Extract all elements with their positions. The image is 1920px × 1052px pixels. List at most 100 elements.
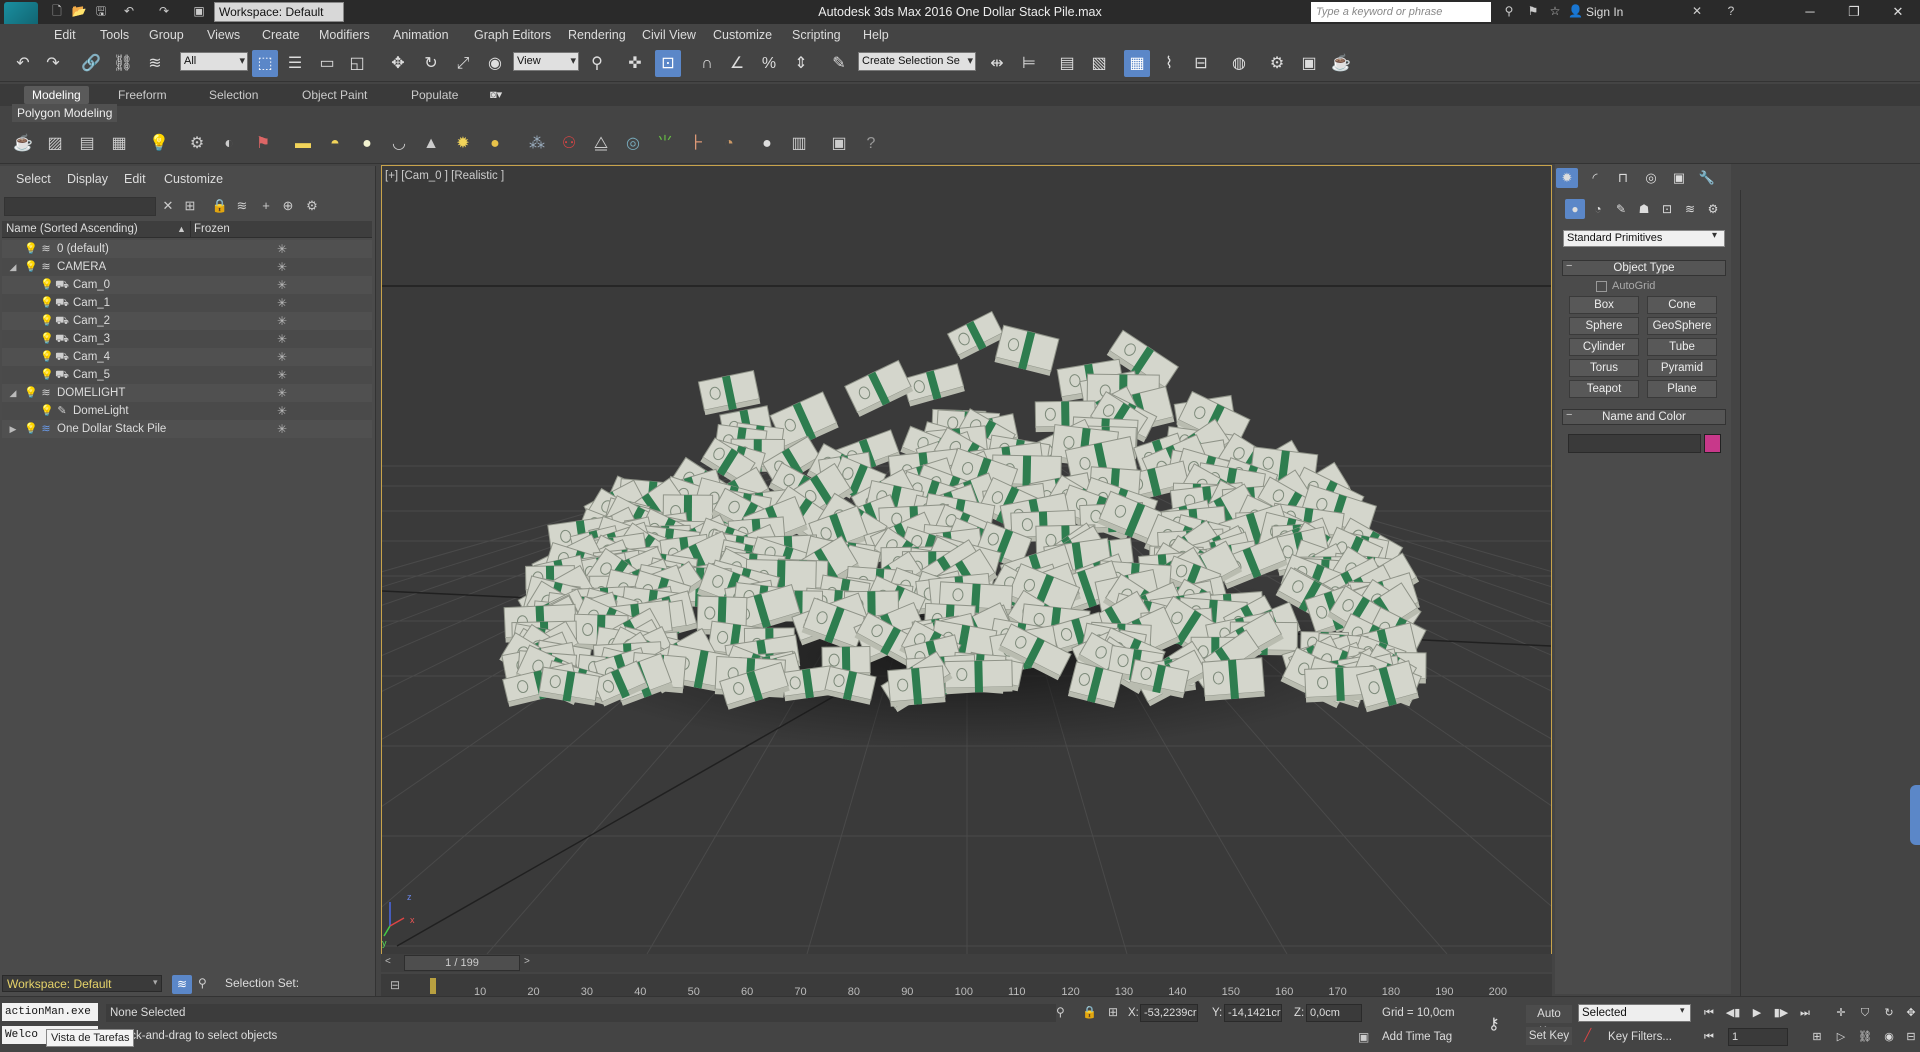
add-time-tag-button[interactable]: Add Time Tag (1382, 1031, 1452, 1043)
close-button[interactable]: ✕ (1876, 0, 1920, 24)
go-to-start-icon[interactable]: ⏮ (1698, 1004, 1720, 1022)
sign-in-button[interactable]: Sign In (1586, 3, 1623, 21)
previous-frame-icon[interactable]: ◀▮ (1722, 1004, 1744, 1022)
systems-icon[interactable]: ⚙ (1703, 199, 1723, 219)
menu-create[interactable]: Create (262, 24, 300, 46)
explorer-menu-select[interactable]: Select (16, 172, 51, 186)
curve-editor-mini-icon[interactable]: ⊟ (390, 978, 400, 992)
rect-selection-region-icon[interactable]: ▭ (314, 50, 340, 77)
motion-tab-icon[interactable]: ◎ (1640, 168, 1662, 188)
box-primitive-icon[interactable]: ▬ (290, 131, 316, 157)
grid-panel-icon[interactable]: ▥ (786, 131, 812, 157)
render-setup-icon[interactable]: ⚙ (1264, 50, 1290, 77)
selection-filter-select[interactable]: All (180, 52, 248, 71)
layer-options-icon[interactable]: ⚙ (302, 196, 322, 216)
col-name-header[interactable]: Name (Sorted Ascending) (6, 221, 138, 238)
shell-icon[interactable]: ◔ (716, 131, 742, 157)
visibility-bulb-icon[interactable]: 💡 (40, 402, 54, 420)
clipboard-icon[interactable]: ▣ (826, 131, 852, 157)
fov-icon[interactable]: ▷ (1830, 1028, 1852, 1046)
pyramid-button[interactable]: Pyramid (1647, 359, 1717, 377)
favorites-star-icon[interactable]: ☆ (1546, 3, 1564, 20)
pivot-center-icon[interactable]: ⚲ (584, 50, 610, 77)
cone-button[interactable]: Cone (1647, 296, 1717, 314)
rendered-frame-icon[interactable]: ▣ (1296, 50, 1322, 77)
zoom-icon[interactable]: ✛ (1830, 1004, 1852, 1022)
primitive-type-select[interactable]: Standard Primitives (1563, 230, 1725, 247)
orbit-icon[interactable]: ↻ (1878, 1004, 1900, 1022)
visibility-bulb-icon[interactable]: 💡 (40, 366, 54, 384)
new-file-icon[interactable]: 🗋 (48, 3, 66, 20)
scale-icon[interactable]: ⤢ (450, 50, 476, 77)
freeze-icon[interactable]: ✳ (275, 294, 289, 312)
freeze-icon[interactable]: ✳ (275, 402, 289, 420)
absolute-mode-icon[interactable]: ⊞ (1108, 1005, 1118, 1019)
freeze-icon[interactable]: ✳ (275, 348, 289, 366)
freeze-icon[interactable]: ✳ (275, 258, 289, 276)
teapot-icon[interactable]: ☕ (10, 131, 36, 157)
layer-manager-icon[interactable]: ▧ (1086, 50, 1112, 77)
collapse-icon[interactable]: ◢ (8, 384, 18, 402)
tab-selection[interactable]: Selection (201, 86, 266, 104)
x-coordinate-field[interactable]: -53,2239cr (1140, 1004, 1198, 1022)
move-to-layer-icon[interactable]: ⊕ (278, 196, 298, 216)
modify-tab-icon[interactable]: ◜ (1584, 168, 1606, 188)
explorer-menu-edit[interactable]: Edit (124, 172, 146, 186)
time-tag-icon[interactable]: ▣ (1358, 1030, 1369, 1044)
angle-snap-icon[interactable]: ∠ (724, 50, 750, 77)
menu-animation[interactable]: Animation (393, 24, 449, 46)
time-config-icon[interactable]: ⊞ (1806, 1028, 1828, 1046)
table-icon[interactable]: ▦ (106, 131, 132, 157)
filter-icon[interactable]: ⊞ (180, 196, 200, 216)
light-list-icon[interactable]: 💡 (146, 131, 172, 157)
geosphere-button[interactable]: GeoSphere (1647, 317, 1717, 335)
explorer-menu-display[interactable]: Display (67, 172, 108, 186)
lights-icon[interactable]: ✎ (1611, 199, 1631, 219)
tube-button[interactable]: Tube (1647, 338, 1717, 356)
visibility-bulb-icon[interactable]: 💡 (24, 240, 38, 258)
clear-search-icon[interactable]: ✕ (158, 196, 178, 216)
key-icon[interactable]: ⚷ (1488, 1014, 1500, 1034)
curve-editor-icon[interactable]: ⌇ (1156, 50, 1182, 77)
save-file-icon[interactable]: 🖫 (92, 3, 110, 20)
open-file-icon[interactable]: 📂 (70, 3, 88, 20)
helpers-icon[interactable]: ⊡ (1657, 199, 1677, 219)
tree-row[interactable]: 💡 ⛟ Cam_4 ✳ (2, 348, 372, 366)
set-key-button[interactable]: Set Key (1526, 1027, 1572, 1045)
tree-row[interactable]: 💡 ≋ 0 (default) ✳ (2, 240, 372, 258)
select-by-name-icon[interactable]: ☰ (282, 50, 308, 77)
cylinder-button[interactable]: Cylinder (1569, 338, 1639, 356)
restore-button[interactable]: ❐ (1832, 0, 1876, 24)
visibility-bulb-icon[interactable]: 💡 (40, 276, 54, 294)
grass-icon[interactable]: ⺌ (652, 131, 678, 157)
redo-icon[interactable]: ↷ (40, 50, 66, 77)
layer-explorer-icon[interactable]: ▤ (1054, 50, 1080, 77)
explorer-menu-customize[interactable]: Customize (164, 172, 223, 186)
panel-expand-tab[interactable] (1910, 785, 1920, 845)
play-icon[interactable]: ▶ (1746, 1004, 1768, 1022)
visibility-bulb-icon[interactable]: 💡 (40, 294, 54, 312)
menu-modifiers[interactable]: Modifiers (319, 24, 370, 46)
bind-spacewarp-icon[interactable]: ≋ (142, 50, 168, 77)
workspace-select[interactable]: Workspace: Default (214, 2, 344, 22)
menu-rendering[interactable]: Rendering (568, 24, 626, 46)
prev-frame-icon[interactable]: < (385, 956, 391, 967)
hierarchy-tab-icon[interactable]: ⊓ (1612, 168, 1634, 188)
ribbon-panel-polygon-modeling[interactable]: Polygon Modeling (12, 104, 118, 122)
freeze-icon[interactable]: ✳ (275, 312, 289, 330)
align-icon[interactable]: ⊨ (1016, 50, 1042, 77)
layer-explorer-toggle-icon[interactable]: ≋ (172, 975, 192, 994)
binoculars-icon[interactable]: ⚲ (1500, 3, 1518, 20)
bowl-icon[interactable]: ◡ (386, 131, 412, 157)
globe-icon[interactable]: ◎ (620, 131, 646, 157)
pyramid-helper-icon[interactable]: ⧋ (588, 131, 614, 157)
geometry-icon[interactable]: ● (1565, 199, 1585, 219)
menu-civil-view[interactable]: Civil View (642, 24, 696, 46)
freeze-icon[interactable]: ✳ (275, 366, 289, 384)
box-button[interactable]: Box (1569, 296, 1639, 314)
col-frozen-header[interactable]: Frozen (194, 221, 230, 238)
display-tab-icon[interactable]: ▣ (1668, 168, 1690, 188)
next-frame-icon[interactable]: > (524, 956, 530, 967)
next-frame-icon[interactable]: ▮▶ (1770, 1004, 1792, 1022)
object-type-rollout-header[interactable]: Object Type (1562, 260, 1726, 276)
